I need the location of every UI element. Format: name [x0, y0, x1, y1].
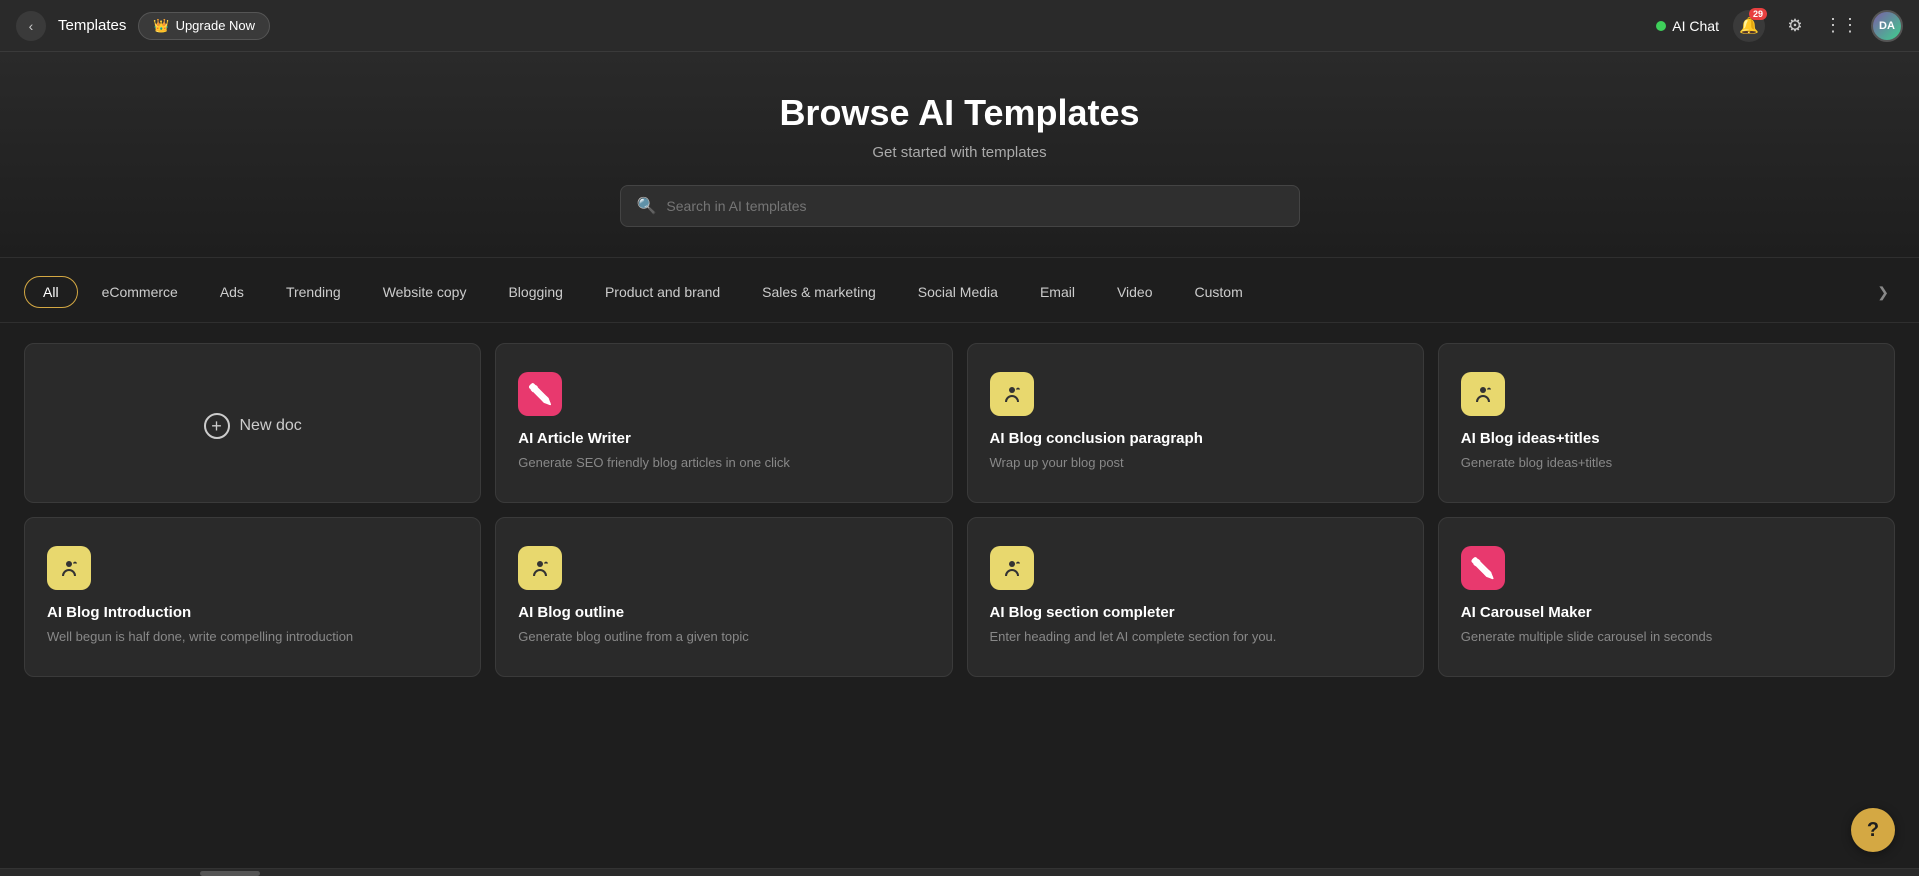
card-title-ai-blog-intro: AI Blog Introduction — [47, 604, 458, 621]
settings-icon: ⚙ — [1787, 16, 1802, 36]
new-doc-label: New doc — [240, 417, 302, 435]
card-title-ai-blog-conclusion: AI Blog conclusion paragraph — [990, 430, 1401, 447]
card-title-ai-carousel: AI Carousel Maker — [1461, 604, 1872, 621]
hero-subtitle: Get started with templates — [20, 144, 1899, 161]
notification-badge: 29 — [1749, 8, 1767, 20]
help-button[interactable]: ? — [1851, 808, 1895, 852]
card-desc-ai-carousel: Generate multiple slide carousel in seco… — [1461, 627, 1872, 647]
hero-title: Browse AI Templates — [20, 92, 1899, 134]
search-bar: 🔍 — [620, 185, 1300, 227]
search-input[interactable] — [666, 198, 1282, 214]
tab-ads[interactable]: Ads — [202, 277, 262, 307]
template-card-ai-blog-section[interactable]: AI Blog section completer Enter heading … — [967, 517, 1424, 677]
template-card-ai-blog-conclusion[interactable]: AI Blog conclusion paragraph Wrap up you… — [967, 343, 1424, 503]
ai-blog-outline-icon — [518, 546, 562, 590]
new-doc-card[interactable]: + New doc — [24, 343, 481, 503]
online-dot — [1656, 21, 1666, 31]
horizontal-scrollbar[interactable] — [0, 868, 1919, 876]
card-desc-ai-blog-section: Enter heading and let AI complete sectio… — [990, 627, 1401, 647]
ai-article-writer-icon: ✏️ — [518, 372, 562, 416]
template-card-ai-blog-outline[interactable]: AI Blog outline Generate blog outline fr… — [495, 517, 952, 677]
hero-section: Browse AI Templates Get started with tem… — [0, 52, 1919, 258]
plus-circle-icon: + — [204, 413, 230, 439]
notifications-button[interactable]: 🔔 29 — [1733, 10, 1765, 42]
tab-trending[interactable]: Trending — [268, 277, 359, 307]
help-label: ? — [1867, 819, 1879, 842]
back-icon: ‹ — [29, 18, 34, 34]
nav-right: AI Chat 🔔 29 ⚙ ⋮⋮ DA — [1656, 10, 1903, 42]
ai-chat-indicator: AI Chat — [1656, 18, 1719, 34]
avatar[interactable]: DA — [1871, 10, 1903, 42]
card-desc-ai-blog-intro: Well begun is half done, write compellin… — [47, 627, 458, 647]
cards-section: + New doc ✏️ AI Article Writer Generate … — [0, 323, 1919, 717]
tab-email[interactable]: Email — [1022, 277, 1093, 307]
grid-icon: ⋮⋮ — [1824, 15, 1858, 36]
card-desc-ai-blog-outline: Generate blog outline from a given topic — [518, 627, 929, 647]
ai-blog-ideas-icon — [1461, 372, 1505, 416]
upgrade-label: Upgrade Now — [176, 18, 256, 33]
template-card-ai-article-writer[interactable]: ✏️ AI Article Writer Generate SEO friend… — [495, 343, 952, 503]
crown-icon: 👑 — [153, 18, 169, 34]
tab-product-brand[interactable]: Product and brand — [587, 277, 738, 307]
ai-blog-section-icon — [990, 546, 1034, 590]
search-icon: 🔍 — [637, 196, 657, 216]
top-navigation: ‹ Templates 👑 Upgrade Now AI Chat 🔔 29 ⚙… — [0, 0, 1919, 52]
template-card-ai-blog-ideas[interactable]: AI Blog ideas+titles Generate blog ideas… — [1438, 343, 1895, 503]
cards-grid: + New doc ✏️ AI Article Writer Generate … — [24, 343, 1895, 677]
nav-left: ‹ Templates 👑 Upgrade Now — [16, 11, 1656, 41]
tab-ecommerce[interactable]: eCommerce — [84, 277, 196, 307]
main-content: Browse AI Templates Get started with tem… — [0, 52, 1919, 876]
filter-bar: All eCommerce Ads Trending Website copy … — [0, 258, 1919, 323]
card-desc-ai-article-writer: Generate SEO friendly blog articles in o… — [518, 453, 929, 473]
card-title-ai-blog-ideas: AI Blog ideas+titles — [1461, 430, 1872, 447]
back-button[interactable]: ‹ — [16, 11, 46, 41]
nav-title: Templates — [58, 17, 126, 34]
tab-video[interactable]: Video — [1099, 277, 1171, 307]
ai-blog-conclusion-icon — [990, 372, 1034, 416]
card-title-ai-article-writer: AI Article Writer — [518, 430, 929, 447]
tab-website-copy[interactable]: Website copy — [365, 277, 485, 307]
card-title-ai-blog-section: AI Blog section completer — [990, 604, 1401, 621]
filter-scroll-arrow[interactable]: ❯ — [1871, 278, 1895, 307]
tab-all[interactable]: All — [24, 276, 78, 308]
template-card-ai-carousel[interactable]: ✏️ AI Carousel Maker Generate multiple s… — [1438, 517, 1895, 677]
tab-social-media[interactable]: Social Media — [900, 277, 1016, 307]
grid-menu-button[interactable]: ⋮⋮ — [1825, 10, 1857, 42]
upgrade-button[interactable]: 👑 Upgrade Now — [138, 12, 270, 40]
tab-custom[interactable]: Custom — [1177, 277, 1261, 307]
card-desc-ai-blog-ideas: Generate blog ideas+titles — [1461, 453, 1872, 473]
scrollbar-thumb — [200, 871, 260, 876]
template-card-ai-blog-intro[interactable]: AI Blog Introduction Well begun is half … — [24, 517, 481, 677]
ai-carousel-icon: ✏️ — [1461, 546, 1505, 590]
card-desc-ai-blog-conclusion: Wrap up your blog post — [990, 453, 1401, 473]
tab-blogging[interactable]: Blogging — [490, 277, 581, 307]
settings-button[interactable]: ⚙ — [1779, 10, 1811, 42]
ai-chat-label: AI Chat — [1672, 18, 1719, 34]
tab-sales-marketing[interactable]: Sales & marketing — [744, 277, 894, 307]
card-title-ai-blog-outline: AI Blog outline — [518, 604, 929, 621]
ai-blog-intro-icon — [47, 546, 91, 590]
